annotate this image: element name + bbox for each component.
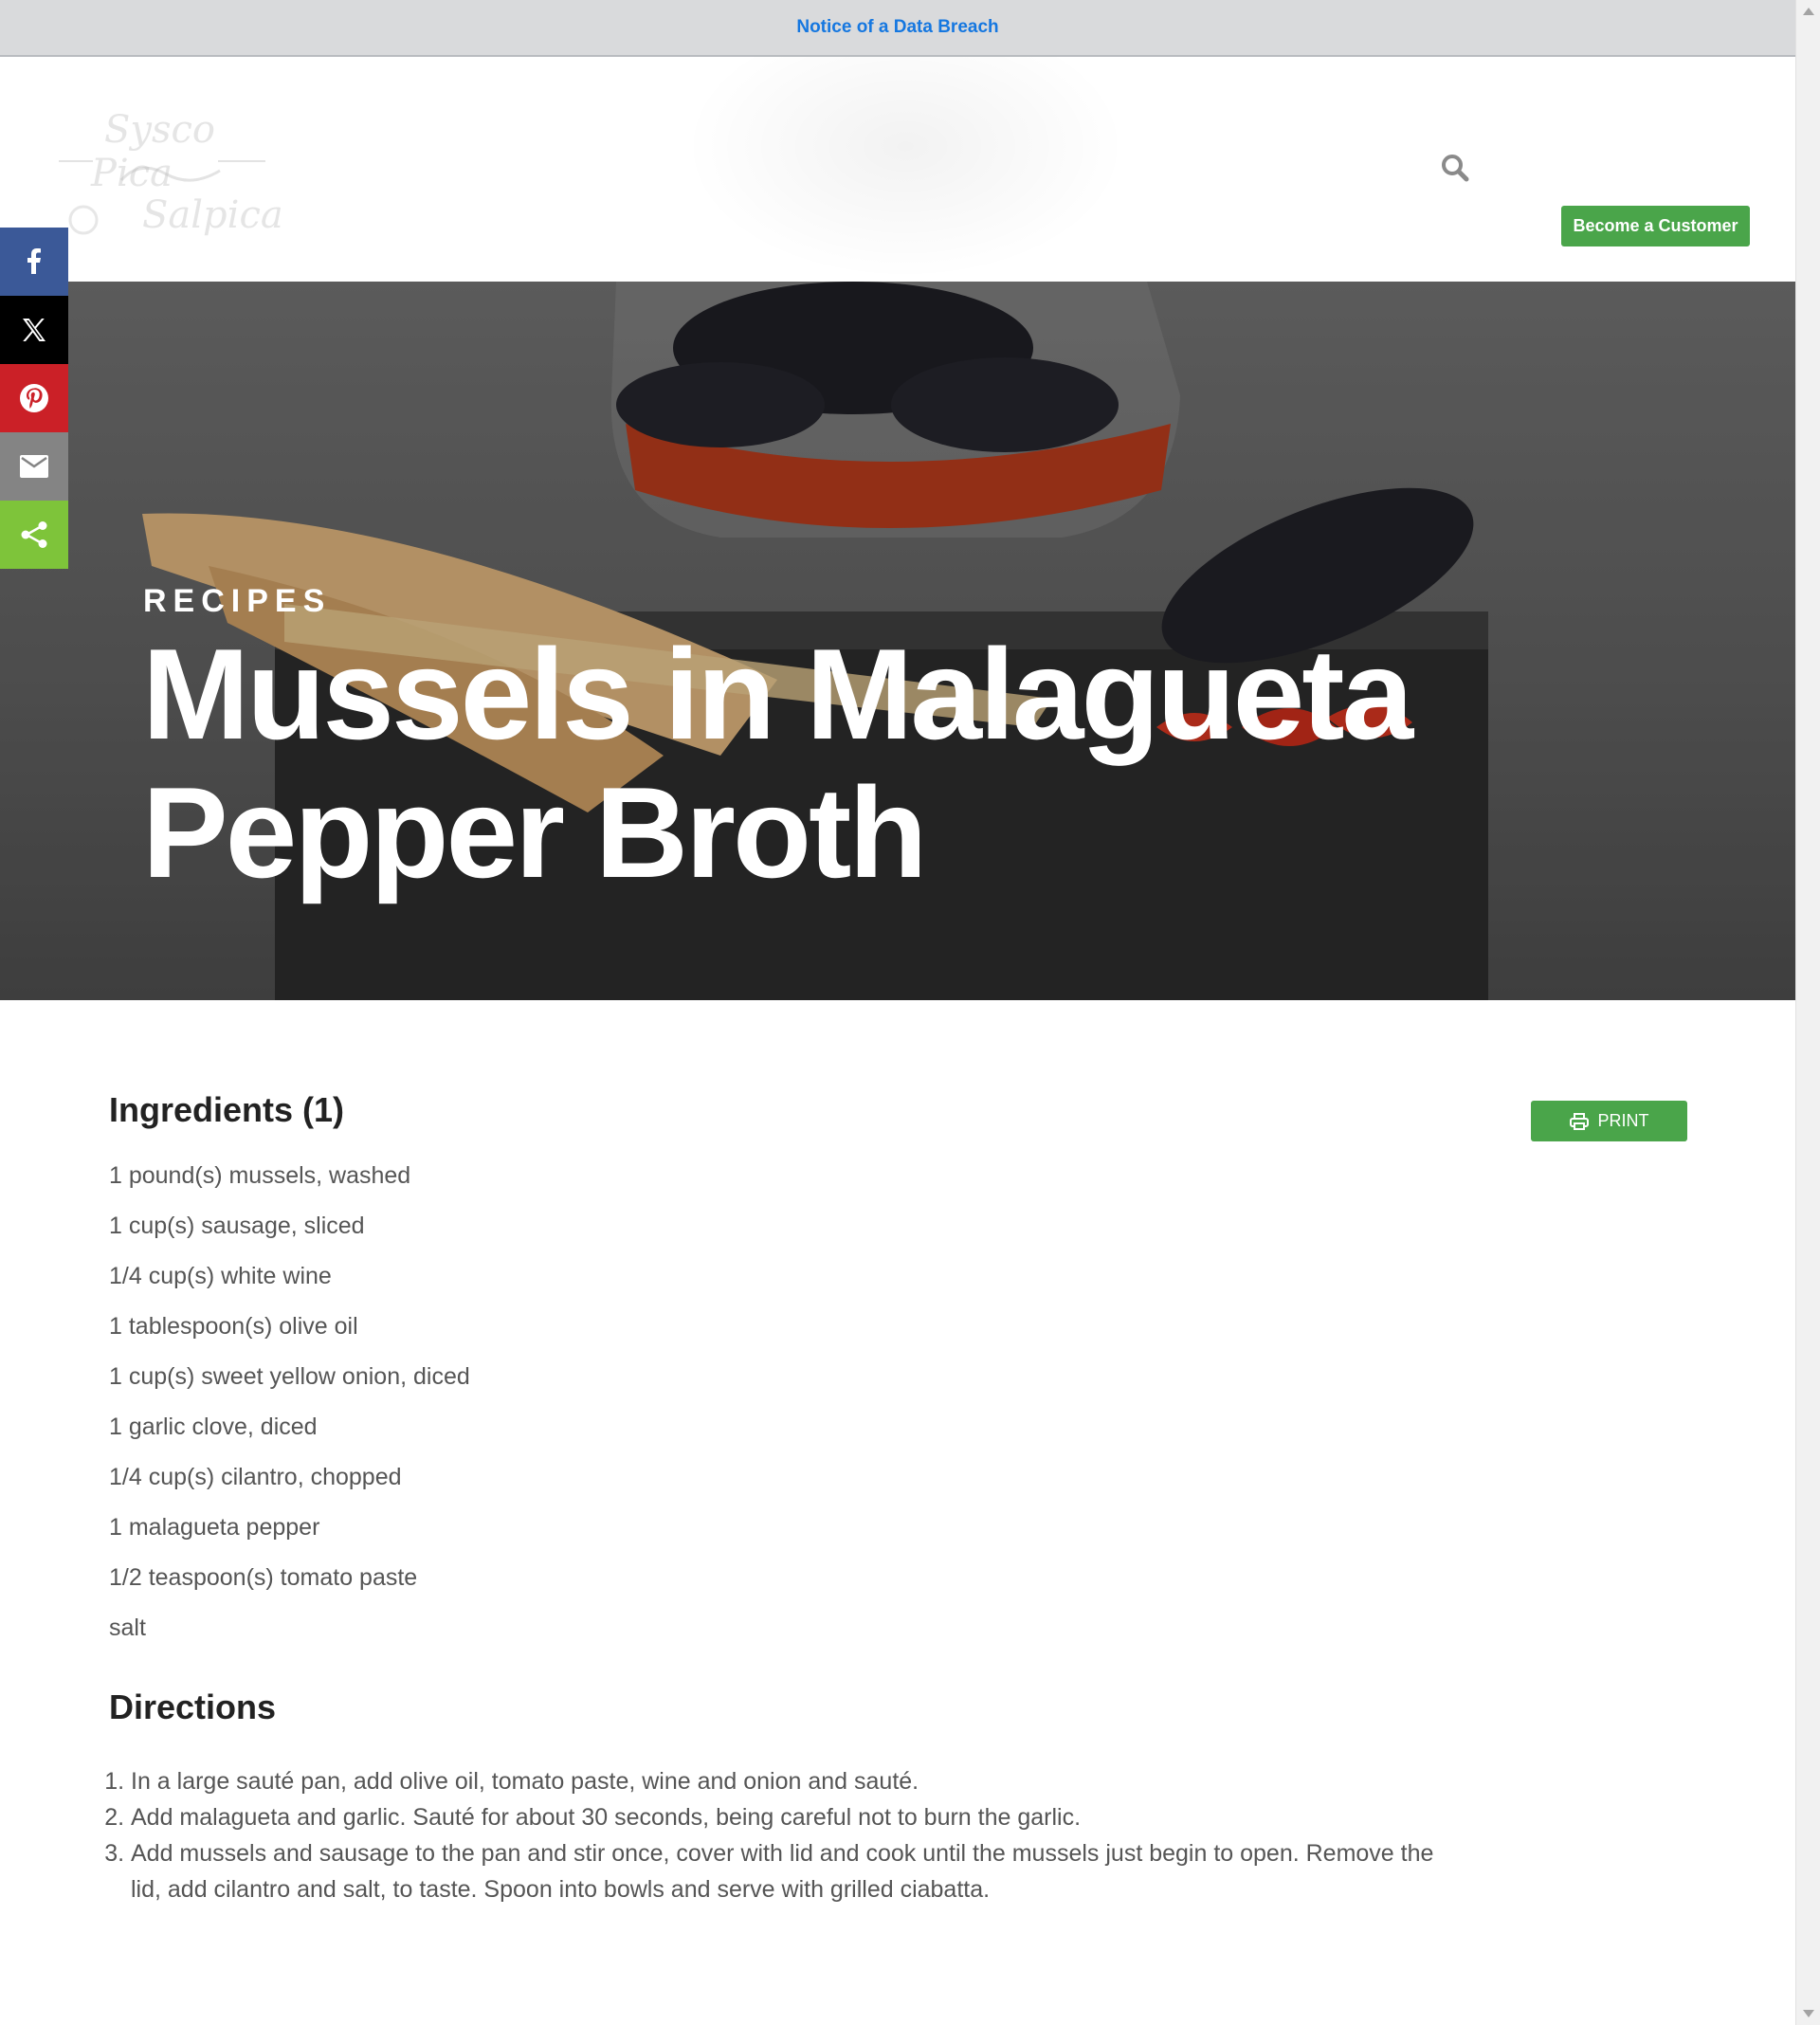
logo-text-line: Salpica bbox=[142, 193, 283, 237]
ingredient-item: salt bbox=[109, 1615, 146, 1641]
directions-heading: Directions bbox=[109, 1688, 277, 1726]
share-facebook-button[interactable] bbox=[0, 228, 68, 296]
recipe-content: Ingredients (1) PRINT 1 pound(s) mussels… bbox=[109, 1090, 1692, 1907]
ingredient-item: 1/4 cup(s) white wine bbox=[109, 1263, 332, 1289]
direction-step: Add mussels and sausage to the pan and s… bbox=[131, 1835, 1458, 1907]
search-icon bbox=[1442, 155, 1469, 182]
facebook-icon bbox=[27, 248, 41, 274]
logo-text-line: Sysco bbox=[104, 108, 216, 152]
ingredients-list: 1 pound(s) mussels, washed 1 cup(s) saus… bbox=[109, 1151, 1692, 1653]
ingredient-item: 1 pound(s) mussels, washed bbox=[109, 1162, 411, 1189]
print-button[interactable]: PRINT bbox=[1531, 1101, 1687, 1141]
site-header: Sysco Pica Salpica Become a Customer bbox=[0, 57, 1795, 281]
data-breach-notice-link[interactable]: Notice of a Data Breach bbox=[796, 17, 998, 38]
print-button-label: PRINT bbox=[1597, 1111, 1649, 1130]
directions-list: In a large sauté pan, add olive oil, tom… bbox=[109, 1763, 1458, 1907]
logo-text-line: Pica bbox=[91, 152, 173, 195]
hero-banner: RECIPES Mussels in Malagueta Pepper Brot… bbox=[0, 282, 1795, 1000]
scroll-up-arrow-icon[interactable] bbox=[1803, 8, 1814, 15]
share-x-button[interactable] bbox=[0, 296, 68, 364]
ingredient-item: 1/4 cup(s) cilantro, chopped bbox=[109, 1464, 402, 1490]
email-icon bbox=[20, 455, 48, 478]
scroll-down-arrow-icon[interactable] bbox=[1803, 2010, 1814, 2017]
become-customer-button[interactable]: Become a Customer bbox=[1561, 206, 1750, 246]
printer-icon bbox=[1569, 1112, 1589, 1130]
header-background-image bbox=[682, 57, 1128, 281]
recipe-title: Mussels in Malagueta Pepper Broth bbox=[142, 622, 1413, 904]
page: Notice of a Data Breach Sysco Pica Salpi… bbox=[0, 0, 1795, 2025]
share-icon bbox=[21, 521, 47, 548]
site-logo[interactable]: Sysco Pica Salpica bbox=[55, 99, 283, 241]
ingredient-item: 1 malagueta pepper bbox=[109, 1514, 320, 1541]
direction-step: Add malagueta and garlic. Sauté for abou… bbox=[131, 1799, 1458, 1835]
ingredient-item: 1 garlic clove, diced bbox=[109, 1414, 318, 1440]
ingredient-item: 1 tablespoon(s) olive oil bbox=[109, 1313, 358, 1340]
page-scrollbar[interactable] bbox=[1795, 0, 1820, 2025]
search-button[interactable] bbox=[1439, 152, 1471, 184]
ingredient-item: 1 cup(s) sweet yellow onion, diced bbox=[109, 1363, 470, 1390]
ingredient-item: 1/2 teaspoon(s) tomato paste bbox=[109, 1564, 418, 1591]
direction-step: In a large sauté pan, add olive oil, tom… bbox=[131, 1763, 1458, 1799]
ingredient-item: 1 cup(s) sausage, sliced bbox=[109, 1213, 365, 1239]
hero-category-label: RECIPES bbox=[143, 583, 332, 619]
pinterest-icon bbox=[20, 384, 48, 412]
notice-bar: Notice of a Data Breach bbox=[0, 0, 1795, 57]
share-more-button[interactable] bbox=[0, 501, 68, 569]
share-email-button[interactable] bbox=[0, 432, 68, 501]
x-twitter-icon bbox=[23, 319, 46, 341]
ingredients-heading: Ingredients (1) bbox=[109, 1090, 345, 1129]
share-pinterest-button[interactable] bbox=[0, 364, 68, 432]
social-share-rail bbox=[0, 228, 68, 569]
